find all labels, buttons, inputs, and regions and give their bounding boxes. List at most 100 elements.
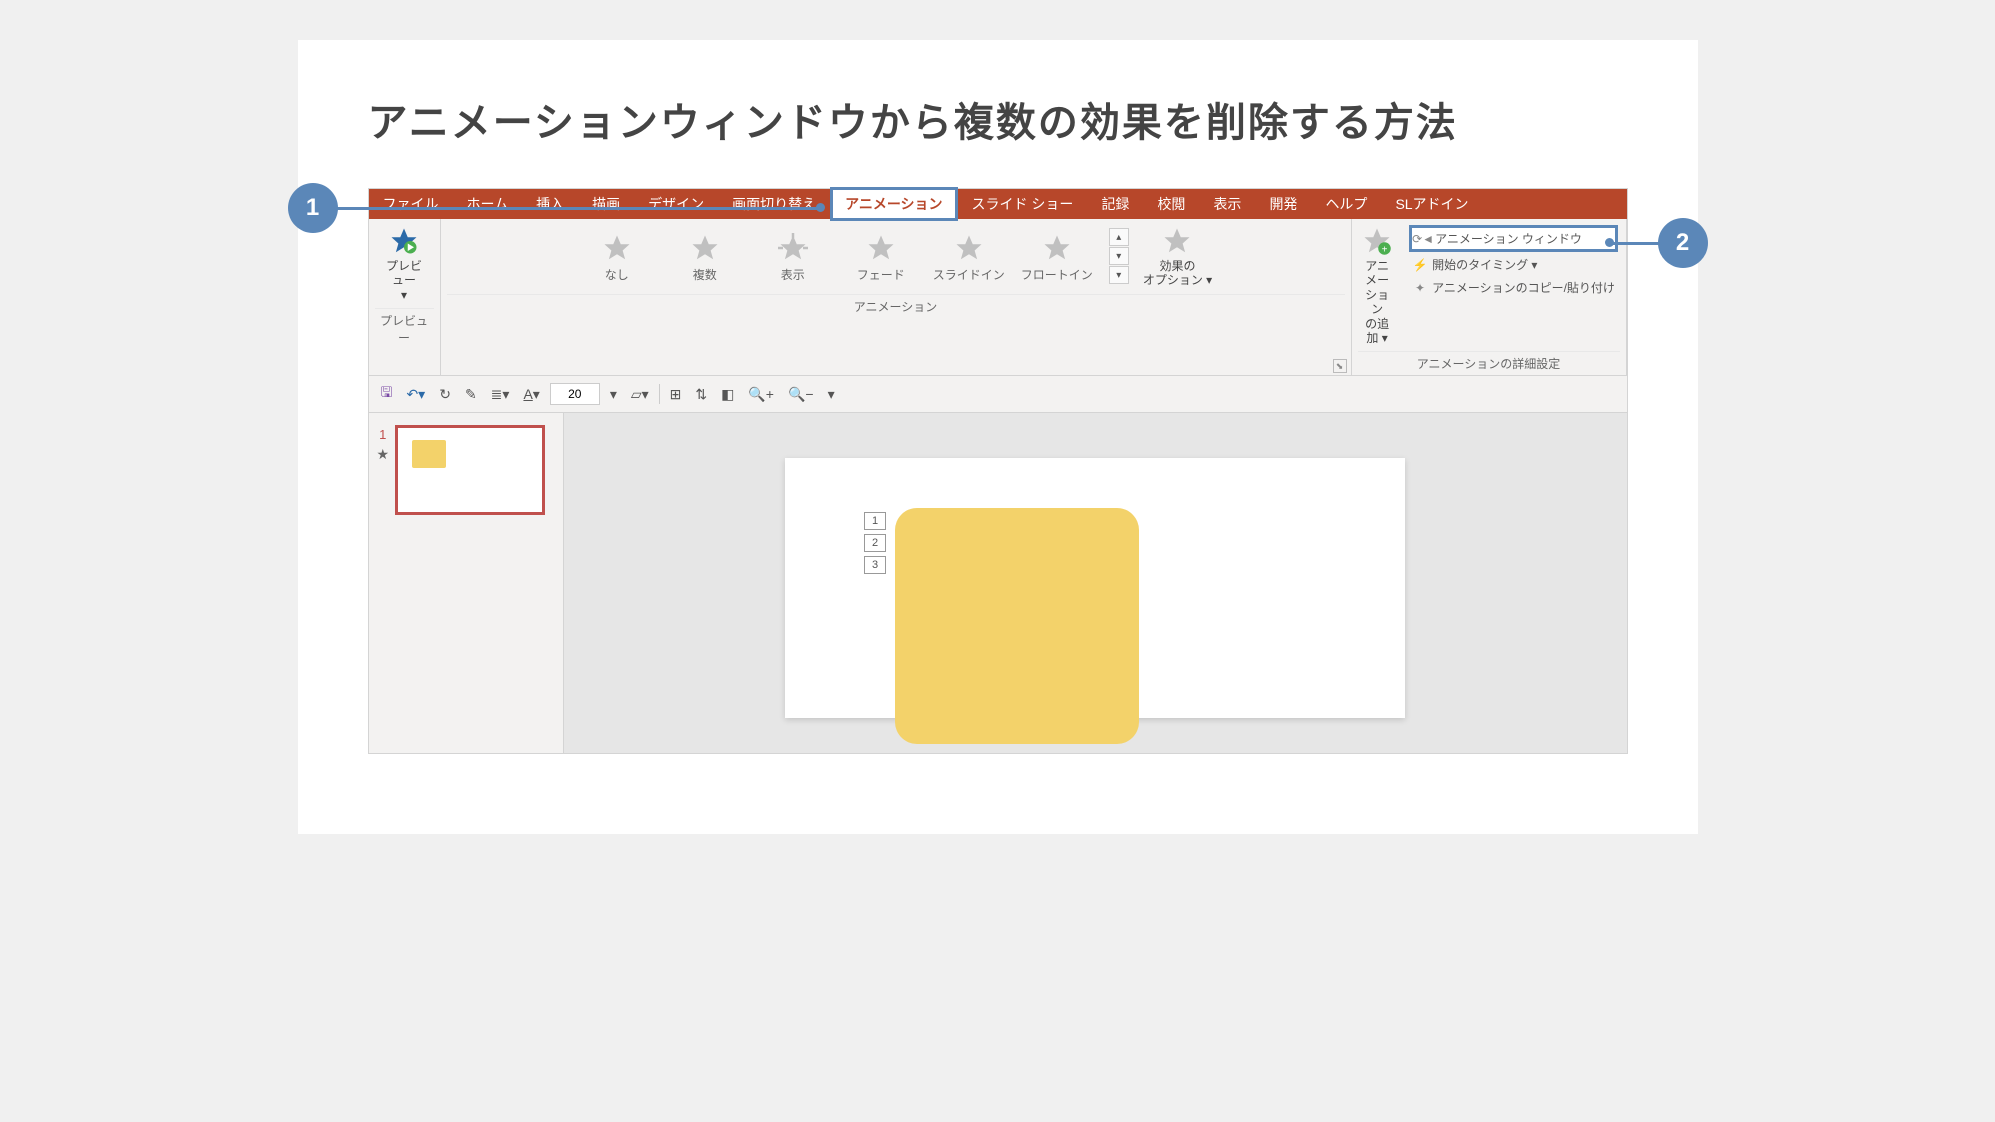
gallery-floatin-label: フロートイン <box>1015 266 1099 283</box>
thumbnail-meta: 1 ★ <box>377 425 390 515</box>
gallery-appear[interactable]: 表示 <box>749 226 837 287</box>
animation-group-label: アニメーション <box>447 294 1345 316</box>
ribbon-tab-strip: ファイル ホーム 挿入 描画 デザイン 画面切り替え アニメーション スライド … <box>369 189 1627 219</box>
gallery-more-button[interactable]: ▾ <box>1109 266 1129 284</box>
shape-icon[interactable]: ▱▾ <box>627 384 653 405</box>
add-animation-label: アニメーションの追加 ▾ <box>1361 259 1393 345</box>
star-icon <box>1015 230 1099 266</box>
tab-view[interactable]: 表示 <box>1199 189 1255 219</box>
ribbon-group-advanced: + アニメーションの追加 ▾ ⟳◄ アニメーション ウィンドウ ⚡ <box>1352 219 1627 375</box>
callout-dot-2 <box>1605 238 1614 247</box>
page-title: アニメーションウィンドウから複数の効果を削除する方法 <box>368 90 1628 148</box>
animation-tag-1[interactable]: 1 <box>864 512 886 530</box>
tab-slideshow[interactable]: スライド ショー <box>958 189 1088 219</box>
star-icon <box>839 230 923 266</box>
gallery-fade[interactable]: フェード <box>837 226 925 287</box>
gallery-scroll: ▴ ▾ ▾ <box>1107 226 1131 286</box>
star-icon <box>927 230 1011 266</box>
animation-painter-button[interactable]: ✦ アニメーションのコピー/貼り付け <box>1409 277 1618 298</box>
callout-badge-1: 1 <box>288 183 338 233</box>
animation-tag-3[interactable]: 3 <box>864 556 886 574</box>
tab-insert[interactable]: 挿入 <box>522 189 578 219</box>
ribbon-group-preview: プレビュー▾ プレビュー <box>369 219 441 375</box>
preview-star-icon <box>388 225 420 257</box>
add-animation-button[interactable]: + アニメーションの追加 ▾ <box>1355 223 1399 347</box>
trigger-button[interactable]: ⚡ 開始のタイミング ▾ <box>1409 254 1618 275</box>
tab-animations[interactable]: アニメーション <box>830 187 957 221</box>
slide-canvas[interactable]: 1 2 3 <box>785 458 1405 718</box>
trigger-label: 開始のタイミング ▾ <box>1432 256 1537 273</box>
save-icon[interactable]: 🖫 <box>377 380 397 408</box>
animation-tag-2[interactable]: 2 <box>864 534 886 552</box>
align-icon[interactable]: ⊞ <box>666 384 686 405</box>
list-icon[interactable]: ≣▾ <box>487 384 514 405</box>
tab-design[interactable]: デザイン <box>634 189 718 219</box>
slide-thumbnail-1[interactable] <box>395 425 545 515</box>
tab-record[interactable]: 記録 <box>1087 189 1143 219</box>
callout-connector-1 <box>328 207 818 210</box>
svg-text:+: + <box>1382 244 1388 255</box>
animation-pane-label: アニメーション ウィンドウ <box>1435 230 1582 247</box>
star-plus-icon: + <box>1361 225 1393 257</box>
zoom-out-icon[interactable]: 🔍− <box>784 384 818 405</box>
gallery-none[interactable]: なし <box>573 226 661 287</box>
star-burst-icon <box>751 230 835 266</box>
callout-badge-2: 2 <box>1658 218 1708 268</box>
gallery-flyin[interactable]: スライドイン <box>925 226 1013 287</box>
zoom-in-icon[interactable]: 🔍+ <box>744 384 778 405</box>
gallery-flyin-label: スライドイン <box>927 266 1011 283</box>
preview-label: プレビュー▾ <box>381 259 428 302</box>
redo-icon[interactable]: ↻ <box>435 384 455 405</box>
slide-shape-rectangle[interactable] <box>895 508 1139 744</box>
preview-group-label: プレビュー <box>375 308 434 347</box>
tab-sladdin[interactable]: SLアドイン <box>1381 189 1482 219</box>
ribbon-body: プレビュー▾ プレビュー なし <box>369 219 1627 376</box>
font-size-input[interactable] <box>550 383 600 405</box>
callout-dot-1 <box>816 203 825 212</box>
gallery-fade-label: フェード <box>839 266 923 283</box>
star-icon <box>1161 225 1193 257</box>
qat-customize-icon[interactable]: ▾ <box>824 384 839 405</box>
font-size-dropdown-icon[interactable]: ▾ <box>606 384 621 405</box>
painter-label: アニメーションのコピー/貼り付け <box>1432 279 1615 296</box>
gallery-none-label: なし <box>575 266 659 283</box>
animation-group-launcher[interactable]: ⬊ <box>1333 359 1347 373</box>
undo-icon[interactable]: ↶▾ <box>402 384 429 405</box>
animation-pane-button[interactable]: ⟳◄ アニメーション ウィンドウ <box>1409 225 1618 252</box>
tab-transitions[interactable]: 画面切り替え <box>718 189 830 219</box>
thumbnail-shape <box>412 440 446 468</box>
painter-icon: ✦ <box>1412 280 1428 296</box>
animation-gallery[interactable]: なし 複数 表示 <box>573 226 1101 287</box>
trigger-icon: ⚡ <box>1412 257 1428 273</box>
font-color-icon[interactable]: A▾ <box>519 384 543 405</box>
star-icon <box>575 230 659 266</box>
qat-separator <box>659 384 660 404</box>
thumbnail-number: 1 <box>379 427 386 442</box>
tab-draw[interactable]: 描画 <box>578 189 634 219</box>
gallery-floatin[interactable]: フロートイン <box>1013 226 1101 287</box>
tab-help[interactable]: ヘルプ <box>1311 189 1381 219</box>
powerpoint-window: ファイル ホーム 挿入 描画 デザイン 画面切り替え アニメーション スライド … <box>368 188 1628 754</box>
slide-editor-area[interactable]: 1 2 3 <box>564 413 1627 753</box>
advanced-buttons-column: ⟳◄ アニメーション ウィンドウ ⚡ 開始のタイミング ▾ ✦ アニメーションの… <box>1405 223 1622 300</box>
gallery-down-button[interactable]: ▾ <box>1109 247 1129 265</box>
tab-home[interactable]: ホーム <box>453 189 523 219</box>
tab-review[interactable]: 校閲 <box>1143 189 1199 219</box>
animation-indicator-icon: ★ <box>377 446 390 463</box>
preview-button[interactable]: プレビュー▾ <box>375 223 434 304</box>
slide-thumbnails-panel[interactable]: 1 ★ <box>369 413 564 753</box>
star-icon <box>663 230 747 266</box>
gallery-appear-label: 表示 <box>751 266 835 283</box>
crop-icon[interactable]: ◧ <box>717 384 738 405</box>
format-painter-icon[interactable]: ✎ <box>461 384 481 405</box>
pane-icon: ⟳◄ <box>1415 231 1431 247</box>
workspace: 1 ★ 1 2 3 <box>369 413 1627 753</box>
gallery-multiple[interactable]: 複数 <box>661 226 749 287</box>
animation-order-tags: 1 2 3 <box>864 512 886 574</box>
tab-developer[interactable]: 開発 <box>1255 189 1311 219</box>
gallery-up-button[interactable]: ▴ <box>1109 228 1129 246</box>
tab-file[interactable]: ファイル <box>369 189 453 219</box>
advanced-group-label: アニメーションの詳細設定 <box>1358 351 1620 373</box>
effect-options-button[interactable]: 効果のオプション ▾ <box>1137 223 1218 290</box>
distribute-icon[interactable]: ⇅ <box>691 384 711 405</box>
